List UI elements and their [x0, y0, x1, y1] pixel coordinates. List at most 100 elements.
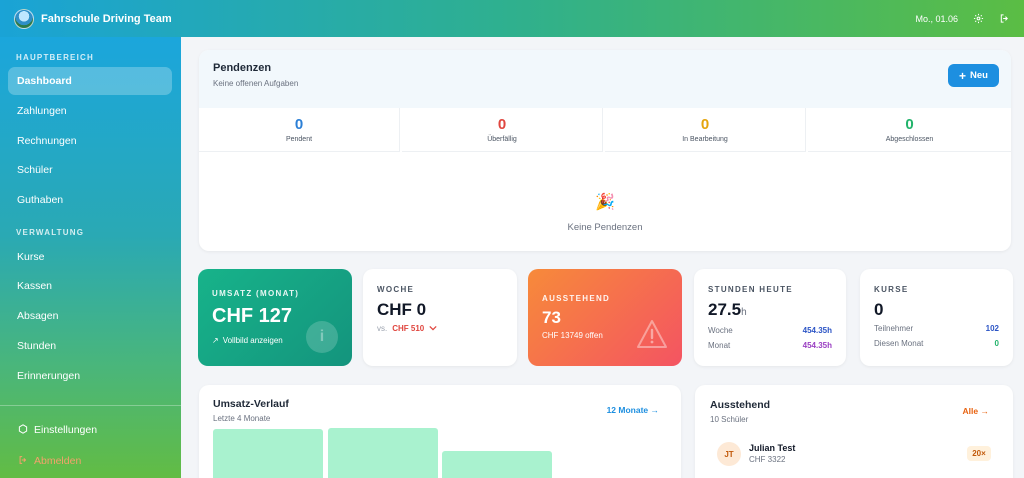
stat-value: 0	[497, 116, 507, 133]
list-item[interactable]: JT Julian Test CHF 3322 20×	[695, 439, 1013, 473]
sidebar-item-absagen[interactable]: Absagen	[8, 302, 172, 330]
fullscreen-link-label: Vollbild anzeigen	[222, 336, 283, 345]
settings-label: Einstellungen	[34, 424, 98, 436]
sidebar-item-rechnungen[interactable]: Rechnungen	[8, 127, 172, 155]
sidebar-item-stunden[interactable]: Stunden	[8, 332, 172, 360]
new-pending-button[interactable]: + Neu	[948, 64, 999, 87]
sidebar: HAUPTBEREICH Dashboard Zahlungen Rechnun…	[0, 37, 181, 478]
stat-value: 0	[294, 116, 304, 133]
sidebar-divider	[0, 405, 181, 406]
date-label: Mo., 01.06	[915, 13, 958, 24]
logout-label: Abmelden	[34, 455, 82, 467]
sidebar-item-label: Absagen	[17, 310, 59, 322]
kpi-value: CHF 0	[377, 300, 427, 319]
row-label: Diesen Monat	[874, 339, 924, 348]
avatar: JT	[717, 442, 741, 466]
sidebar-item-kassen[interactable]: Kassen	[8, 272, 172, 300]
chart-bar	[442, 451, 552, 478]
kurse-row-teilnehmer: Teilnehmer 102	[874, 324, 999, 333]
kpi-ausstehend-card[interactable]: AUSSTEHEND 73 CHF 13749 offen	[528, 269, 682, 366]
sidebar-item-dashboard[interactable]: Dashboard	[8, 67, 172, 95]
kpi-value-number: 27.5	[708, 300, 742, 319]
stat-value: 0	[700, 116, 710, 133]
kpi-value: 0	[874, 300, 884, 319]
kpi-stunden-card: STUNDEN HEUTE 27.5h Woche 454.35h Monat …	[694, 269, 846, 366]
new-button-label: Neu	[970, 70, 988, 81]
row-value: 454.35h	[802, 326, 832, 335]
top-bar: Fahrschule Driving Team Mo., 01.06	[0, 0, 1024, 37]
sidebar-item-label: Rechnungen	[17, 135, 77, 147]
section-admin-label: VERWALTUNG	[16, 228, 85, 237]
kpi-label: WOCHE	[377, 285, 415, 294]
sidebar-item-logout[interactable]: Abmelden	[8, 450, 172, 472]
brand-name: Fahrschule Driving Team	[41, 12, 172, 25]
student-amount: CHF 3322	[749, 455, 786, 464]
outstanding-subtitle: 10 Schüler	[710, 415, 749, 424]
row-label: Monat	[708, 341, 731, 350]
revenue-chart-card: Umsatz-Verlauf Letzte 4 Monate 12 Monate…	[199, 385, 681, 478]
kpi-comparison: vs. CHF 510	[377, 324, 437, 333]
all-link[interactable]: Alle →	[963, 406, 989, 416]
row-value: 0	[994, 339, 999, 348]
sidebar-item-kurse[interactable]: Kurse	[8, 243, 172, 271]
outstanding-title: Ausstehend	[710, 399, 771, 411]
top-right-actions: Mo., 01.06	[915, 13, 1010, 25]
stat-value: 0	[905, 116, 914, 133]
kpi-umsatz-card[interactable]: UMSATZ (MONAT) CHF 127 ↗ Vollbild anzeig…	[198, 269, 352, 366]
gear-icon[interactable]	[972, 13, 984, 25]
empty-state-text: Keine Pendenzen	[567, 222, 643, 233]
sidebar-item-settings[interactable]: Einstellungen	[8, 419, 172, 441]
sidebar-item-label: Stunden	[17, 340, 57, 352]
section-main-label: HAUPTBEREICH	[16, 53, 94, 62]
stat-pendent: 0 Pendent	[199, 108, 400, 152]
sidebar-item-schueler[interactable]: Schüler	[8, 156, 172, 184]
kpi-label: AUSSTEHEND	[542, 294, 611, 303]
sidebar-item-label: Kurse	[17, 251, 45, 263]
sidebar-item-label: Guthaben	[17, 194, 64, 206]
kpi-label: KURSE	[874, 285, 909, 294]
vs-prefix: vs.	[377, 324, 388, 333]
row-label: Woche	[708, 326, 733, 335]
stat-ueberfaellig: 0 Überfällig	[402, 108, 603, 152]
kpi-value: CHF 127	[212, 305, 293, 327]
fullscreen-link[interactable]: ↗ Vollbild anzeigen	[212, 336, 283, 345]
stat-abgeschlossen: 0 Abgeschlossen	[808, 108, 1011, 152]
sidebar-item-erinnerungen[interactable]: Erinnerungen	[8, 362, 172, 390]
kpi-unit: h	[741, 307, 747, 318]
kpi-value: 27.5h	[708, 300, 747, 320]
stat-in-bearbeitung: 0 In Bearbeitung	[605, 108, 806, 152]
student-name: Julian Test	[749, 443, 796, 453]
sidebar-item-label: Kassen	[17, 280, 53, 292]
stunden-row-monat: Monat 454.35h	[708, 341, 832, 350]
row-value: 454.35h	[802, 341, 832, 350]
kpi-woche-card: WOCHE CHF 0 vs. CHF 510	[363, 269, 517, 366]
logout-icon[interactable]	[998, 13, 1010, 25]
vs-value: CHF 510	[392, 324, 425, 333]
sidebar-item-label: Erinnerungen	[17, 370, 81, 382]
row-label: Teilnehmer	[874, 324, 914, 333]
warning-icon	[636, 319, 668, 354]
kpi-sub: CHF 13749 offen	[542, 331, 603, 340]
party-popper-icon: 🎉	[595, 194, 615, 211]
chart-bar	[328, 428, 438, 478]
sidebar-item-guthaben[interactable]: Guthaben	[8, 186, 172, 214]
sidebar-item-label: Dashboard	[17, 75, 72, 87]
twelve-months-link[interactable]: 12 Monate →	[607, 405, 659, 415]
chart-title: Umsatz-Verlauf	[213, 398, 289, 410]
sidebar-item-label: Zahlungen	[17, 105, 67, 117]
stat-label: Abgeschlossen	[885, 136, 934, 143]
kpi-label: STUNDEN HEUTE	[708, 285, 793, 294]
logout-icon	[18, 455, 28, 468]
outstanding-card: Ausstehend 10 Schüler Alle → JT Julian T…	[695, 385, 1013, 478]
row-value: 102	[985, 324, 999, 333]
stat-label: Pendent	[285, 136, 313, 143]
kpi-value: 73	[542, 308, 561, 327]
stat-label: In Bearbeitung	[682, 136, 728, 143]
trend-up-icon: ↗	[212, 336, 219, 345]
stunden-row-woche: Woche 454.35h	[708, 326, 832, 335]
sidebar-item-zahlungen[interactable]: Zahlungen	[8, 97, 172, 125]
logo-icon	[14, 8, 34, 29]
pending-subtitle: Keine offenen Aufgaben	[213, 79, 299, 88]
chevron-down-icon	[429, 324, 437, 333]
count-badge: 20×	[967, 446, 991, 461]
